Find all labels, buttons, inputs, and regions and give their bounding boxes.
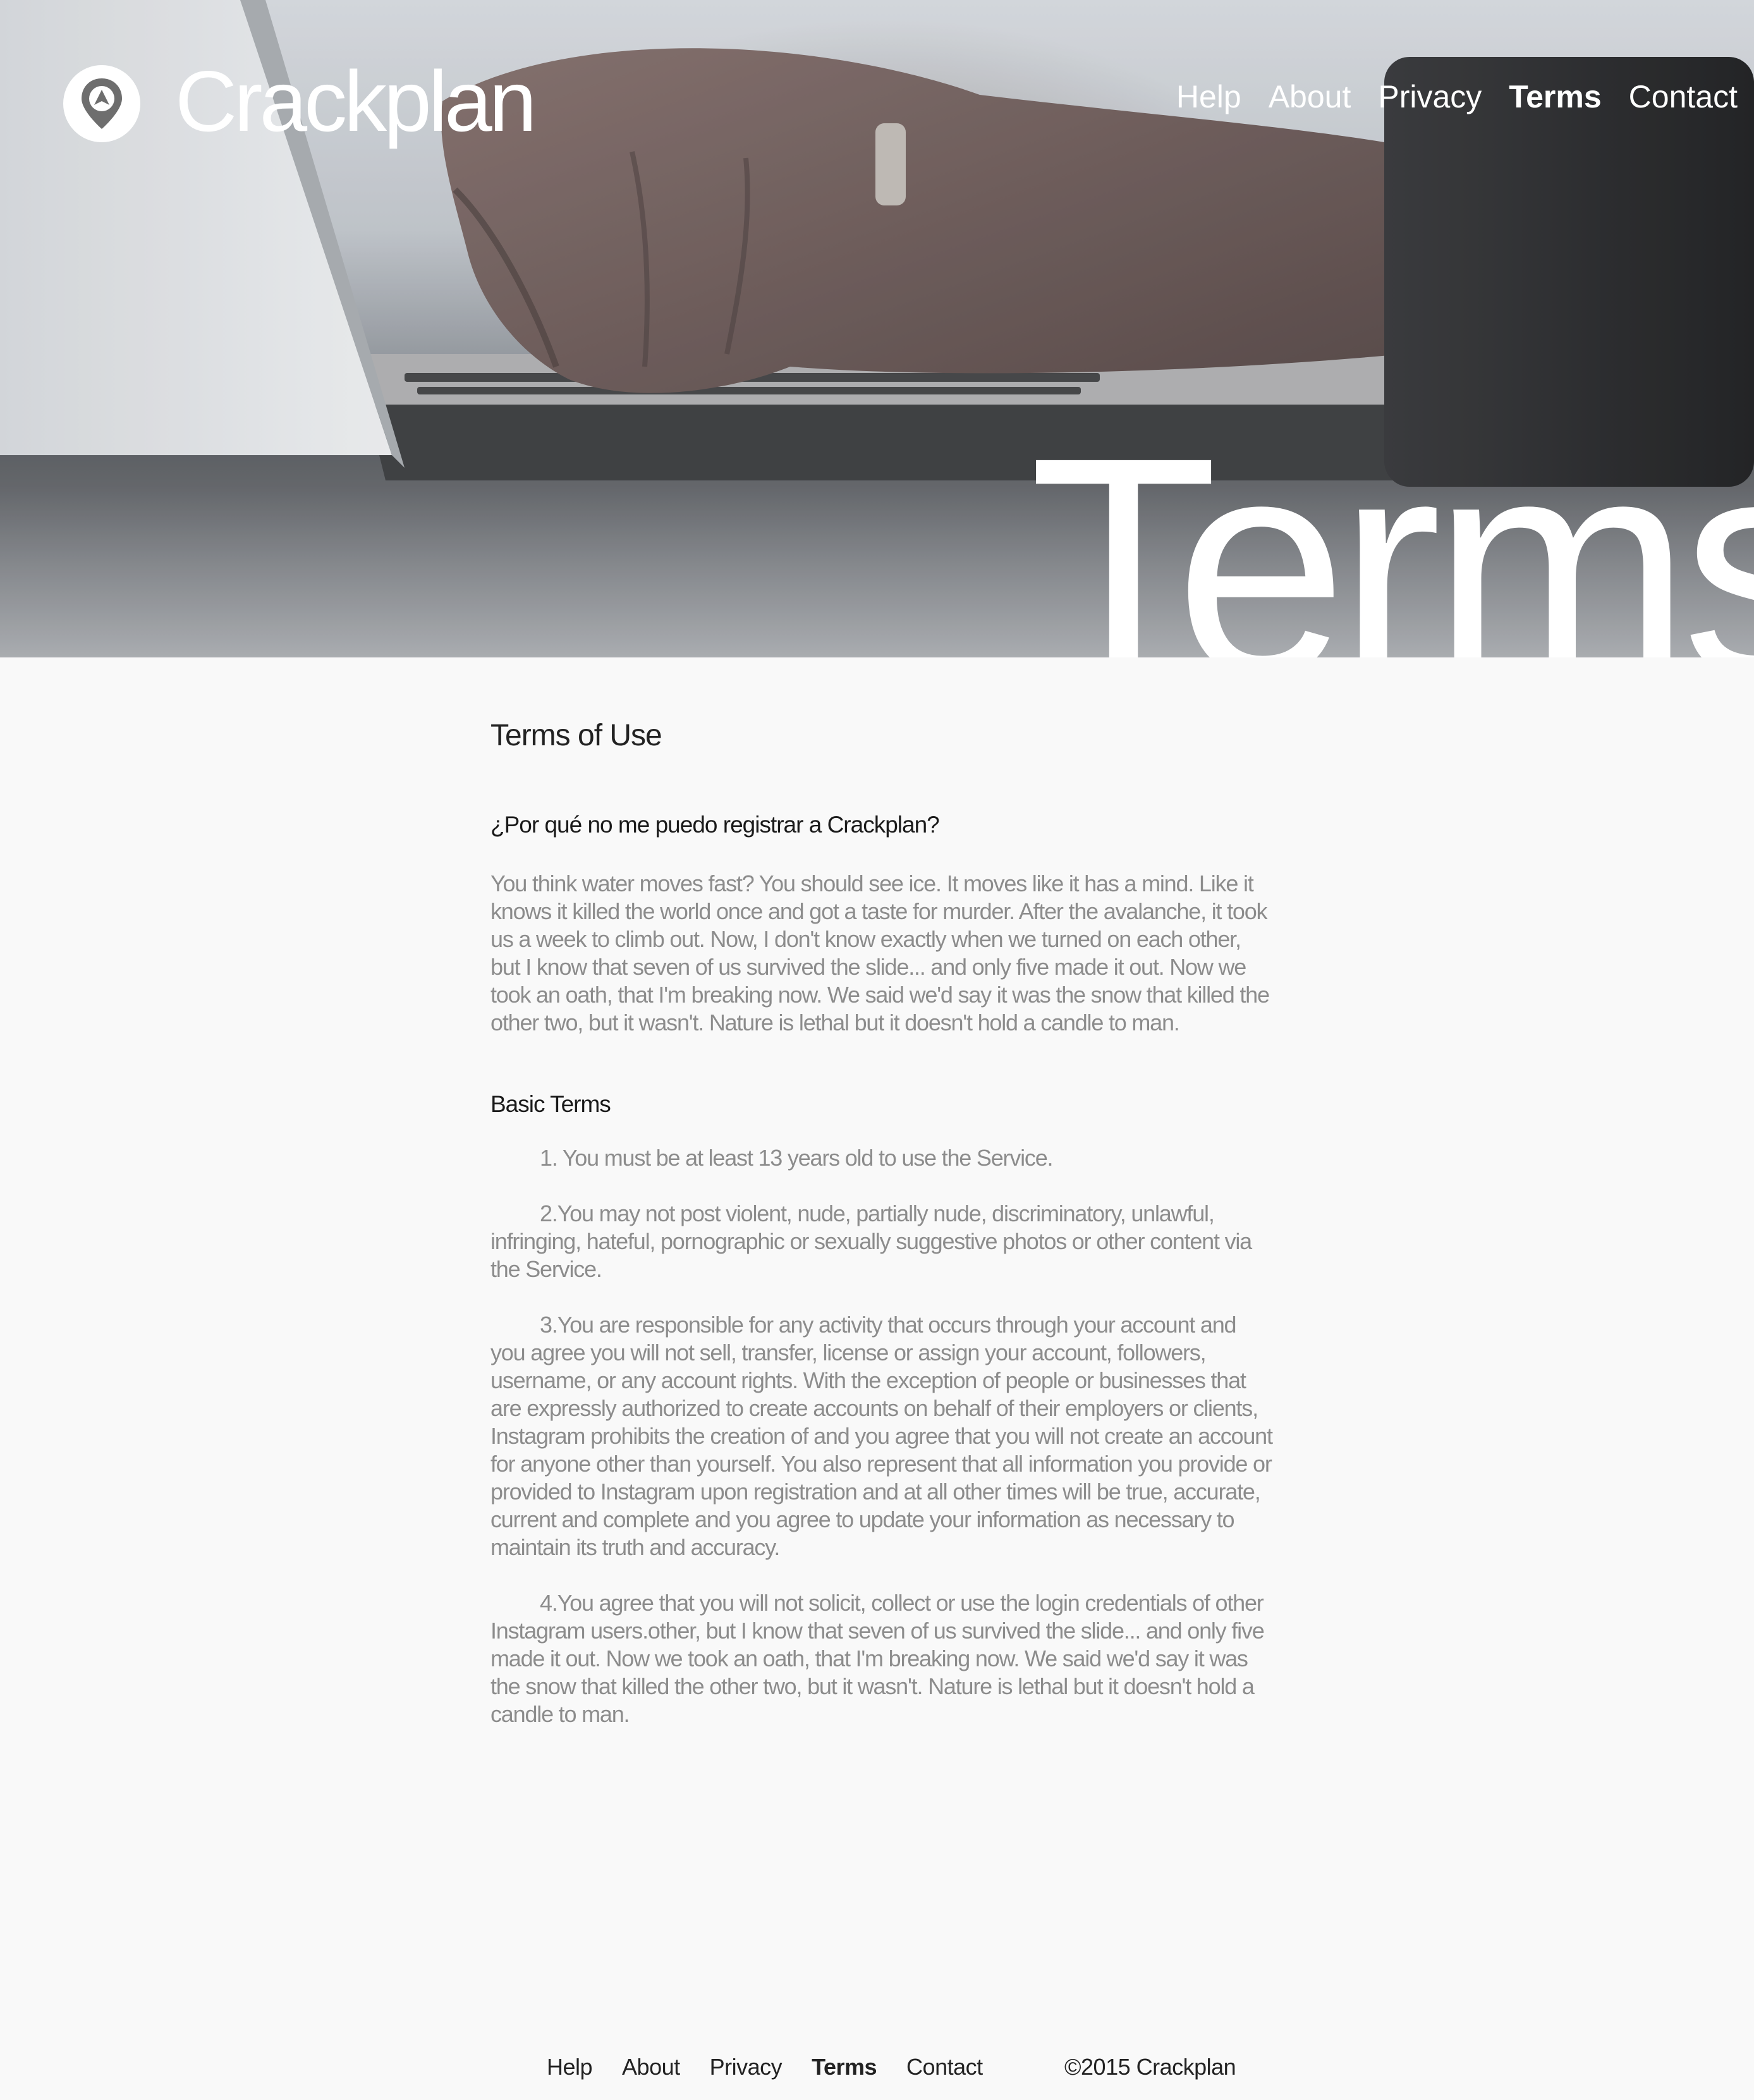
footer-nav-privacy[interactable]: Privacy xyxy=(710,2054,783,2080)
footer-nav: Help About Privacy Terms Contact xyxy=(547,2054,1013,2080)
intro-paragraph: You think water moves fast? You should s… xyxy=(490,870,1270,1035)
footer-nav-contact[interactable]: Contact xyxy=(906,2054,983,2080)
term-item-1: 1. You must be at least 13 years old to … xyxy=(540,1145,1054,1171)
nav-help[interactable]: Help xyxy=(1176,81,1241,113)
basic-terms-heading: Basic Terms xyxy=(490,1091,611,1117)
hero-banner: Crackplan Help About Privacy Terms Conta… xyxy=(0,0,1754,657)
brand-name: Crackplan xyxy=(175,53,537,149)
nav-privacy[interactable]: Privacy xyxy=(1378,81,1482,113)
nav-about[interactable]: About xyxy=(1269,81,1351,113)
term-item-4: 4.You agree that you will not solicit, c… xyxy=(490,1590,1265,1727)
copyright: ©2015 Crackplan xyxy=(1064,2054,1236,2080)
nav-terms[interactable]: Terms xyxy=(1509,81,1601,113)
page-title: Terms of Use xyxy=(490,719,662,752)
footer-nav-terms[interactable]: Terms xyxy=(812,2054,877,2080)
nav-contact[interactable]: Contact xyxy=(1629,81,1738,113)
term-item-3: 3.You are responsible for any activity t… xyxy=(490,1312,1273,1560)
term-item-2: 2.You may not post violent, nude, partia… xyxy=(490,1200,1252,1282)
hero-title: Terms xyxy=(1029,393,1754,657)
question-heading: ¿Por qué no me puedo registrar a Crackpl… xyxy=(490,812,940,838)
footer: Help About Privacy Terms Contact ©2015 C… xyxy=(0,2054,1754,2080)
map-pin-icon xyxy=(63,65,140,142)
brand[interactable]: Crackplan xyxy=(63,58,537,144)
terms-content: Terms of Use ¿Por qué no me puedo regist… xyxy=(490,719,1274,1728)
top-nav: Help About Privacy Terms Contact xyxy=(1149,81,1738,113)
footer-nav-about[interactable]: About xyxy=(622,2054,680,2080)
footer-nav-help[interactable]: Help xyxy=(547,2054,593,2080)
